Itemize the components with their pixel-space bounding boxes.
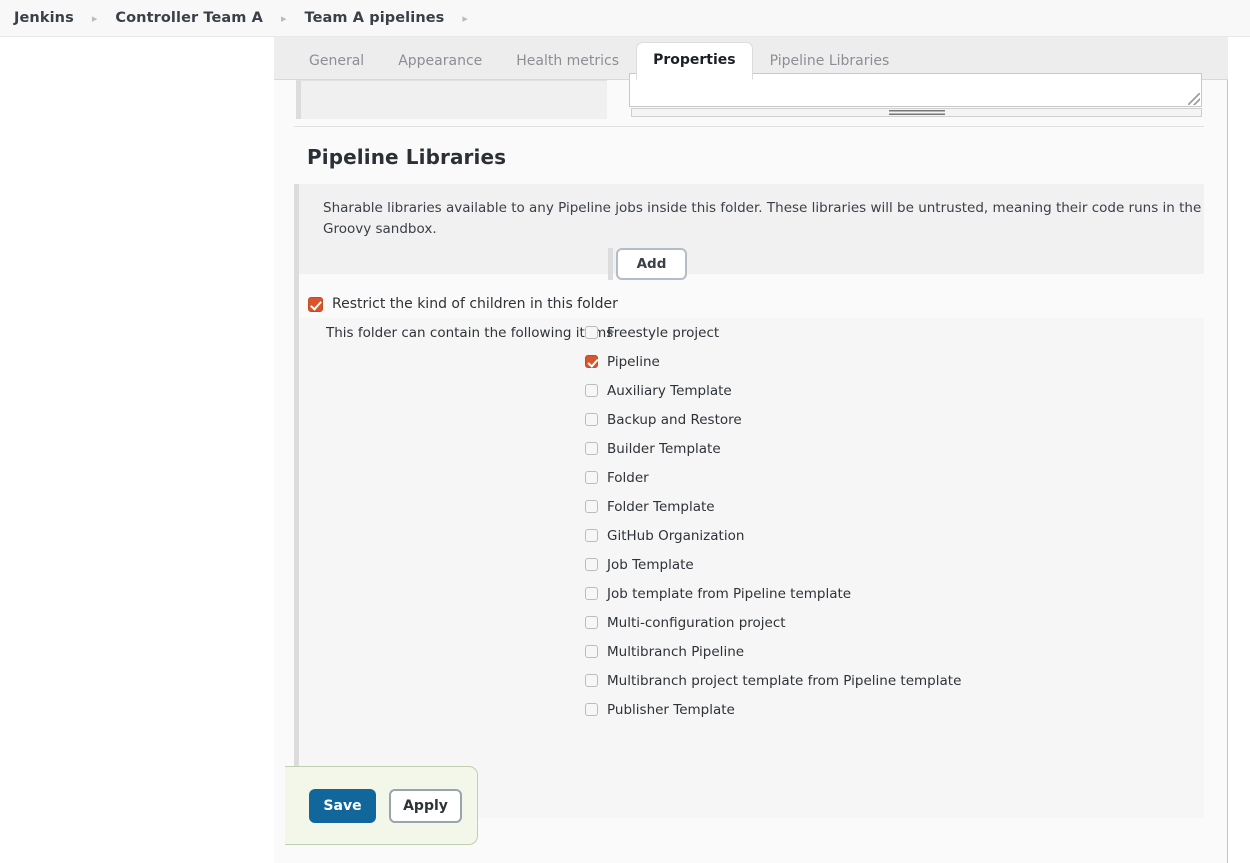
item-type-row[interactable]: Multibranch Pipeline [585, 637, 1195, 666]
allowed-item-types-label: This folder can contain the following it… [326, 325, 614, 341]
item-type-label[interactable]: Folder [607, 470, 649, 486]
save-button[interactable]: Save [309, 788, 376, 823]
breadcrumb-separator-icon: ▸ [462, 11, 468, 25]
restrict-children-row[interactable]: Restrict the kind of children in this fo… [294, 274, 1204, 318]
item-type-checkbox[interactable] [585, 326, 598, 339]
item-type-label[interactable]: Job template from Pipeline template [607, 586, 851, 602]
breadcrumb-separator-icon: ▸ [91, 11, 98, 25]
breadcrumb-item-jenkins[interactable]: Jenkins [10, 8, 78, 28]
page-title: Pipeline Libraries [307, 145, 507, 169]
item-type-row[interactable]: Job Template [585, 550, 1195, 579]
form-guide-bar [294, 184, 299, 274]
form-button-bar: Save Apply [285, 766, 478, 845]
pipeline-libraries-description: Sharable libraries available to any Pipe… [323, 200, 1202, 237]
item-type-row[interactable]: Folder [585, 463, 1195, 492]
apply-button[interactable]: Apply [389, 788, 462, 823]
item-type-row[interactable]: Publisher Template [585, 695, 1195, 724]
item-type-row[interactable]: Multibranch project template from Pipeli… [585, 666, 1195, 695]
item-type-label[interactable]: Folder Template [607, 499, 715, 515]
item-type-checkbox[interactable] [585, 616, 598, 629]
item-type-checkbox[interactable] [585, 645, 598, 658]
breadcrumb-item-team-a-pipelines[interactable]: Team A pipelines [301, 8, 449, 28]
item-type-checkbox[interactable] [585, 471, 598, 484]
resize-grip-icon[interactable] [1188, 93, 1200, 105]
allowed-item-types-section: This folder can contain the following it… [294, 318, 1204, 818]
item-type-label[interactable]: Backup and Restore [607, 412, 742, 428]
item-type-checkbox[interactable] [585, 355, 598, 368]
item-type-label[interactable]: Multibranch Pipeline [607, 644, 744, 660]
previous-form-row-label-area [296, 80, 607, 119]
restrict-children-checkbox[interactable] [308, 296, 323, 312]
item-type-label[interactable]: Job Template [607, 557, 694, 573]
add-button-guide-bar [608, 248, 613, 280]
form-guide-bar [296, 81, 301, 119]
form-guide-bar [294, 318, 299, 818]
item-type-checkbox[interactable] [585, 500, 598, 513]
add-library-button[interactable]: Add [616, 248, 687, 280]
tab-health-metrics[interactable]: Health metrics [499, 43, 636, 80]
item-type-row[interactable]: Pipeline [585, 347, 1195, 376]
item-type-row[interactable]: Builder Template [585, 434, 1195, 463]
item-type-checkbox[interactable] [585, 587, 598, 600]
item-type-label[interactable]: Multi-configuration project [607, 615, 786, 631]
item-type-row[interactable]: GitHub Organization [585, 521, 1195, 550]
tab-general[interactable]: General [292, 43, 381, 80]
item-type-label[interactable]: Multibranch project template from Pipeli… [607, 673, 961, 689]
breadcrumb: Jenkins ▸ Controller Team A ▸ Team A pip… [0, 0, 1250, 37]
item-type-checkbox[interactable] [585, 529, 598, 542]
item-type-row[interactable]: Auxiliary Template [585, 376, 1195, 405]
config-form: Pipeline Libraries Sharable libraries av… [274, 73, 1227, 863]
item-type-label[interactable]: Auxiliary Template [607, 383, 732, 399]
allowed-item-types-list: Freestyle project Pipeline Auxiliary Templ… [585, 318, 1195, 724]
item-type-row[interactable]: Multi-configuration project [585, 608, 1195, 637]
previous-form-row [296, 73, 1204, 120]
item-type-label[interactable]: Publisher Template [607, 702, 735, 718]
tab-properties[interactable]: Properties [636, 42, 753, 80]
item-type-label[interactable]: Freestyle project [607, 325, 719, 341]
tab-appearance[interactable]: Appearance [381, 43, 499, 80]
item-type-checkbox[interactable] [585, 413, 598, 426]
section-divider [294, 126, 1204, 127]
pipeline-libraries-block: Sharable libraries available to any Pipe… [294, 184, 1204, 280]
item-type-row[interactable]: Backup and Restore [585, 405, 1195, 434]
breadcrumb-separator-icon: ▸ [280, 11, 287, 25]
form-guide-bar [294, 274, 299, 318]
item-type-label[interactable]: GitHub Organization [607, 528, 744, 544]
textarea-drag-handle[interactable] [631, 108, 1202, 117]
item-type-checkbox[interactable] [585, 442, 598, 455]
item-type-checkbox[interactable] [585, 558, 598, 571]
item-type-label[interactable]: Pipeline [607, 354, 660, 370]
item-type-row[interactable]: Job template from Pipeline template [585, 579, 1195, 608]
restrict-children-label[interactable]: Restrict the kind of children in this fo… [332, 296, 618, 312]
breadcrumb-item-controller-team-a[interactable]: Controller Team A [111, 8, 267, 28]
item-type-row[interactable]: Folder Template [585, 492, 1195, 521]
item-type-checkbox[interactable] [585, 703, 598, 716]
item-type-checkbox[interactable] [585, 674, 598, 687]
item-type-label[interactable]: Builder Template [607, 441, 721, 457]
drag-grip-icon [888, 110, 945, 115]
item-type-row[interactable]: Freestyle project [585, 318, 1195, 347]
item-type-checkbox[interactable] [585, 384, 598, 397]
